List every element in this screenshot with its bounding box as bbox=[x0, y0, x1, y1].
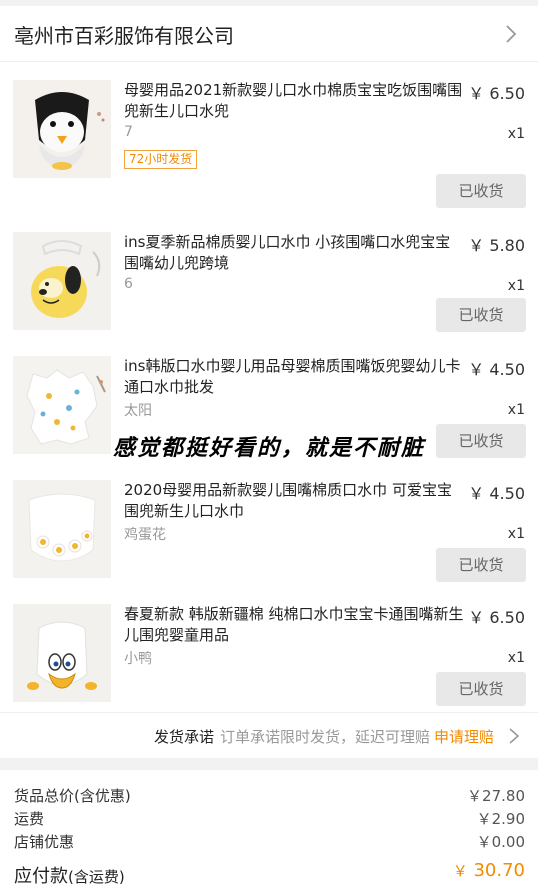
product-spec: 小鸭 bbox=[124, 651, 152, 667]
goods-total-label: 货品总价(含优惠) bbox=[14, 787, 131, 805]
product-spec: 鸡蛋花 bbox=[124, 527, 166, 543]
product-price: ￥ 4.50 bbox=[468, 360, 525, 379]
order-item[interactable]: 母婴用品2021新款婴儿口水巾棉质宝宝吃饭围嘴围兜新生儿口水兜 ￥ 6.50 7… bbox=[0, 70, 538, 208]
order-card: 亳州市百彩服饰有限公司 母婴用品2021新款婴儿口水巾棉质宝宝吃饭围嘴围兜新生儿… bbox=[0, 6, 538, 758]
promise-description: 订单承诺限时发货，延迟可理赔 bbox=[219, 728, 430, 746]
product-quantity: x1 bbox=[507, 278, 525, 294]
product-price: ￥ 6.50 bbox=[468, 84, 525, 103]
shop-header[interactable]: 亳州市百彩服饰有限公司 bbox=[0, 6, 538, 62]
price-summary: 货品总价(含优惠) ￥27.80 运费 ￥2.90 店铺优惠 ￥0.00 应付款… bbox=[0, 770, 538, 896]
product-quantity: x1 bbox=[507, 650, 525, 666]
product-title[interactable]: ins夏季新品棉质婴儿口水巾 小孩围嘴口水兜宝宝围嘴幼儿兜跨境 bbox=[124, 232, 464, 274]
product-title[interactable]: 母婴用品2021新款婴儿口水巾棉质宝宝吃饭围嘴围兜新生儿口水兜 bbox=[124, 80, 464, 122]
egg-flower-bib-image bbox=[13, 480, 111, 578]
dog-bib-image bbox=[13, 232, 111, 330]
chevron-right-icon[interactable] bbox=[508, 727, 520, 745]
product-quantity: x1 bbox=[507, 126, 525, 142]
payable-value: ￥ 30.70 bbox=[453, 860, 525, 881]
shipping-fee-value: ￥2.90 bbox=[476, 810, 525, 828]
product-spec: 6 bbox=[124, 276, 133, 292]
product-image[interactable] bbox=[13, 80, 111, 178]
payable-row: 应付款(含运费) ￥ 30.70 bbox=[0, 860, 538, 890]
product-price: ￥ 6.50 bbox=[468, 608, 525, 627]
product-spec: 太阳 bbox=[124, 403, 152, 419]
product-image[interactable] bbox=[13, 480, 111, 578]
shop-discount-row: 店铺优惠 ￥0.00 bbox=[0, 831, 538, 853]
product-spec: 7 bbox=[124, 124, 133, 140]
payable-currency: ￥ bbox=[452, 862, 468, 880]
shop-discount-value: ￥0.00 bbox=[476, 833, 525, 851]
received-status-button[interactable]: 已收货 bbox=[436, 174, 526, 208]
shipping-badge: 72小时发货 bbox=[124, 150, 198, 169]
payable-label-text: 应付款 bbox=[14, 866, 68, 887]
product-quantity: x1 bbox=[507, 526, 525, 542]
shop-discount-label: 店铺优惠 bbox=[14, 833, 75, 851]
penguin-bib-image bbox=[13, 80, 111, 178]
promise-label: 发货承诺 bbox=[153, 728, 214, 746]
shipping-fee-label: 运费 bbox=[14, 810, 45, 828]
claim-link[interactable]: 申请理赔 bbox=[434, 728, 494, 746]
shipping-promise-row[interactable]: 发货承诺 订单承诺限时发货，延迟可理赔 申请理赔 bbox=[0, 712, 538, 758]
product-title[interactable]: 春夏新款 韩版新疆棉 纯棉口水巾宝宝卡通围嘴新生儿围兜婴童用品 bbox=[124, 604, 464, 646]
order-item[interactable]: ins夏季新品棉质婴儿口水巾 小孩围嘴口水兜宝宝围嘴幼儿兜跨境 ￥ 5.80 6… bbox=[0, 222, 538, 346]
product-price: ￥ 5.80 bbox=[468, 236, 525, 255]
payable-amount: 30.70 bbox=[473, 860, 525, 881]
chevron-right-icon[interactable] bbox=[504, 24, 518, 44]
video-caption-overlay: 感觉都挺好看的，就是不耐脏 bbox=[112, 436, 425, 461]
product-image[interactable] bbox=[13, 604, 111, 702]
received-status-button[interactable]: 已收货 bbox=[436, 548, 526, 582]
duck-bib-image bbox=[13, 604, 111, 702]
received-status-button[interactable]: 已收货 bbox=[436, 672, 526, 706]
product-quantity: x1 bbox=[507, 402, 525, 418]
order-item[interactable]: 2020母婴用品新款婴儿围嘴棉质口水巾 可爱宝宝围兜新生儿口水巾 ￥ 4.50 … bbox=[0, 470, 538, 594]
product-image[interactable] bbox=[13, 232, 111, 330]
order-item[interactable]: 春夏新款 韩版新疆棉 纯棉口水巾宝宝卡通围嘴新生儿围兜婴童用品 ￥ 6.50 小… bbox=[0, 594, 538, 718]
product-title[interactable]: ins韩版口水巾婴儿用品母婴棉质围嘴饭兜婴幼儿卡通口水巾批发 bbox=[124, 356, 464, 398]
payable-note: (含运费) bbox=[68, 868, 125, 886]
goods-total-row: 货品总价(含优惠) ￥27.80 bbox=[0, 785, 538, 807]
shipping-fee-row: 运费 ￥2.90 bbox=[0, 808, 538, 830]
product-title[interactable]: 2020母婴用品新款婴儿围嘴棉质口水巾 可爱宝宝围兜新生儿口水巾 bbox=[124, 480, 464, 522]
product-price: ￥ 4.50 bbox=[468, 484, 525, 503]
goods-total-value: ￥27.80 bbox=[467, 787, 525, 805]
payable-label: 应付款(含运费) bbox=[14, 862, 125, 888]
shop-name[interactable]: 亳州市百彩服饰有限公司 bbox=[14, 20, 234, 49]
received-status-button[interactable]: 已收货 bbox=[436, 298, 526, 332]
